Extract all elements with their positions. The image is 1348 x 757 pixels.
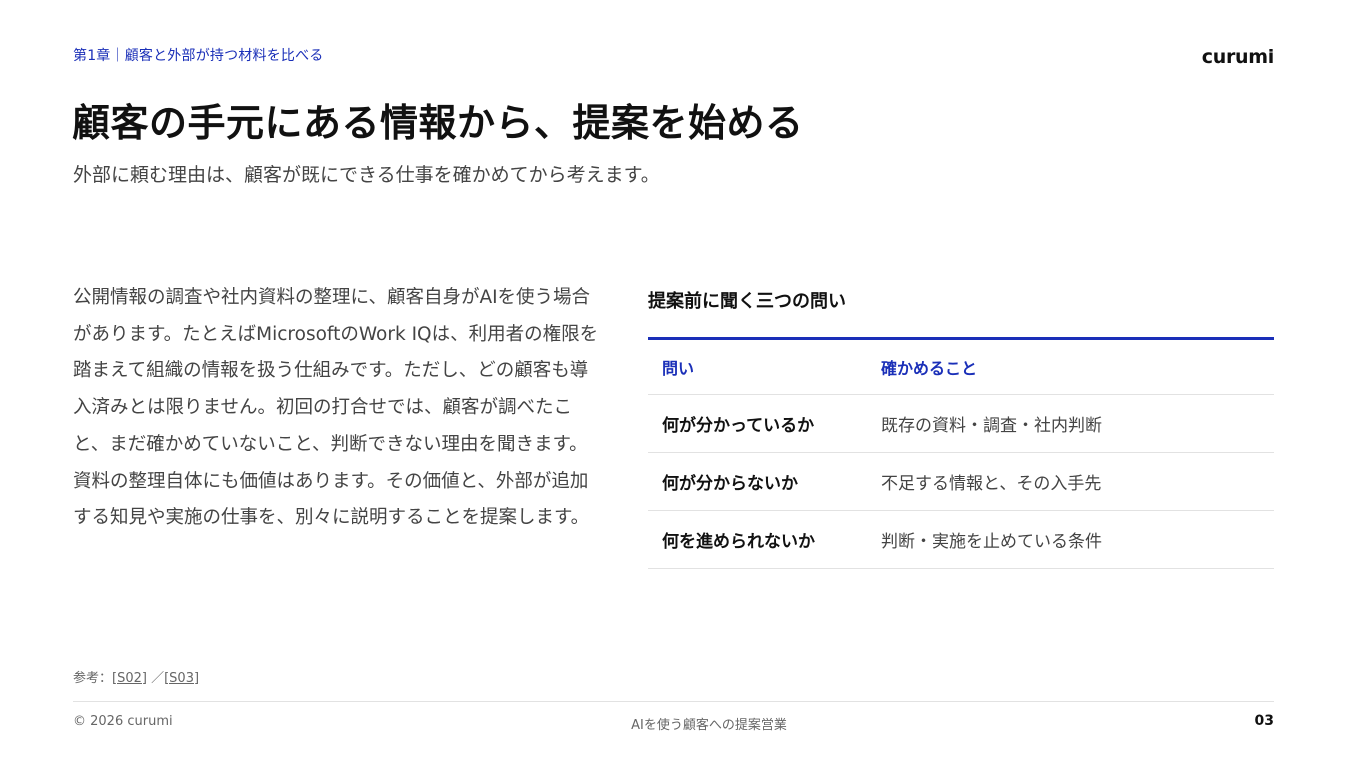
reference-separator: ／: [151, 671, 165, 686]
questions-table: 問い 確かめること 何が分かっているか 既存の資料・調査・社内判断 何が分からな…: [648, 337, 1274, 569]
page-number: 03: [1254, 713, 1274, 729]
question-cell: 何を進められないか: [648, 510, 867, 569]
question-cell: 何が分かっているか: [648, 394, 867, 453]
references-label: 参考：: [73, 671, 113, 686]
check-cell: 不足する情報と、その入手先: [867, 452, 1274, 511]
table-row: 何が分からないか 不足する情報と、その入手先: [648, 452, 1274, 511]
column-header-check: 確かめること: [867, 338, 1274, 395]
reference-link-s02[interactable]: [S02]: [112, 671, 147, 686]
footer-divider: [73, 701, 1274, 702]
body-paragraph: 公開情報の調査や社内資料の整理に、顧客自身がAIを使う場合があります。たとえばM…: [73, 287, 599, 529]
table-row: 何を進められないか 判断・実施を止めている条件: [648, 510, 1274, 569]
page-subtitle: 外部に頼む理由は、顧客が既にできる仕事を確かめてから考えます。: [73, 164, 660, 186]
chapter-label: 第1章｜顧客と外部が持つ材料を比べる: [73, 48, 324, 64]
question-cell: 何が分からないか: [648, 452, 867, 511]
check-cell: 判断・実施を止めている条件: [867, 510, 1274, 569]
deck-title: AIを使う顧客への提案営業: [631, 718, 787, 733]
reference-link-s03[interactable]: [S03]: [164, 671, 199, 686]
brand-logo: curumi: [1201, 46, 1275, 68]
references: 参考：[S02] ／[S03]: [73, 667, 199, 686]
slide: 第1章｜顧客と外部が持つ材料を比べる curumi 顧客の手元にある情報から、提…: [0, 0, 1348, 757]
questions-panel: 提案前に聞く三つの問い 問い 確かめること 何が分かっているか 既存の資料・調査…: [648, 284, 1274, 569]
table-header-row: 問い 確かめること: [648, 338, 1274, 395]
panel-title: 提案前に聞く三つの問い: [648, 291, 846, 312]
check-cell: 既存の資料・調査・社内判断: [867, 394, 1274, 453]
table-row: 何が分かっているか 既存の資料・調査・社内判断: [648, 394, 1274, 453]
page-title: 顧客の手元にある情報から、提案を始める: [72, 101, 804, 145]
column-header-question: 問い: [648, 338, 867, 395]
